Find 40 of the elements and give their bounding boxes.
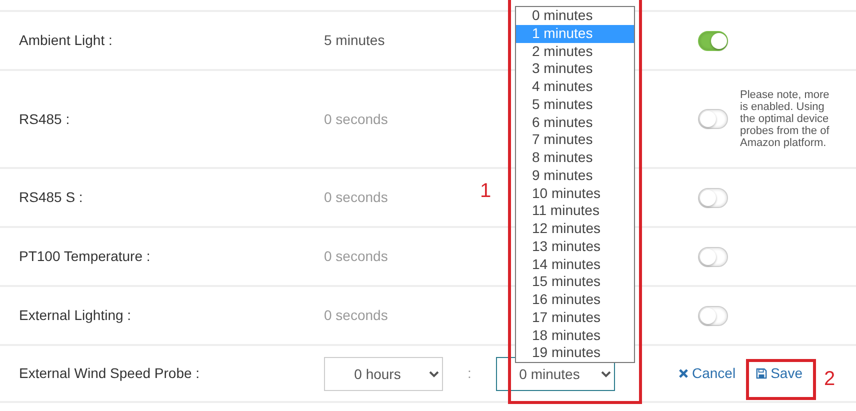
note-text: is enabled. Using xyxy=(740,101,826,113)
dropdown-option[interactable]: 13 minutes xyxy=(516,238,634,256)
note-text: the optimal device xyxy=(740,113,830,125)
interval-value: 0 seconds xyxy=(324,110,388,126)
field-label: External Lighting : xyxy=(19,307,132,323)
interval-value: 0 seconds xyxy=(324,189,388,205)
separator-text: : xyxy=(468,365,472,381)
dropdown-option[interactable]: 17 minutes xyxy=(516,308,634,326)
dropdown-option[interactable]: 4 minutes xyxy=(516,78,634,96)
interval-value: 0 seconds xyxy=(324,248,388,264)
dropdown-option[interactable]: 16 minutes xyxy=(516,291,634,309)
field-label: External Wind Speed Probe : xyxy=(19,365,200,381)
interval-value: 5 minutes xyxy=(324,32,385,48)
dropdown-option[interactable]: 14 minutes xyxy=(516,256,634,274)
save-button[interactable]: Save xyxy=(756,363,803,384)
dropdown-option[interactable]: 12 minutes xyxy=(516,220,634,238)
note-text: probes from the of xyxy=(740,125,830,137)
dropdown-option[interactable]: 7 minutes xyxy=(516,131,634,149)
note-text: Please note, more xyxy=(740,89,830,101)
annotation-number: 1 xyxy=(480,181,492,201)
interval-value: 0 seconds xyxy=(324,307,388,323)
hours-select[interactable]: 0 hours xyxy=(324,356,443,390)
field-label: Ambient Light : xyxy=(19,32,112,48)
dropdown-option[interactable]: 10 minutes xyxy=(516,184,634,202)
field-label: RS485 : xyxy=(19,110,70,126)
dropdown-option[interactable]: 5 minutes xyxy=(516,96,634,114)
dropdown-option[interactable]: 3 minutes xyxy=(516,60,634,78)
field-label: PT100 Temperature : xyxy=(19,248,150,264)
note-text: Amazon platform. xyxy=(740,137,828,149)
cancel-button[interactable]: Cancel xyxy=(679,363,736,384)
dropdown-option[interactable]: 6 minutes xyxy=(516,114,634,132)
dropdown-option[interactable]: 0 minutes xyxy=(516,7,634,25)
annotation-number: 2 xyxy=(824,369,836,389)
dropdown-option[interactable]: 11 minutes xyxy=(516,202,634,220)
dropdown-option[interactable]: 8 minutes xyxy=(516,149,634,167)
dropdown-option[interactable]: 9 minutes xyxy=(516,166,634,184)
field-label: RS485 S : xyxy=(19,189,83,205)
dropdown-option[interactable]: 2 minutes xyxy=(516,42,634,60)
dropdown-option[interactable]: 15 minutes xyxy=(516,273,634,291)
dropdown-option[interactable]: 18 minutes xyxy=(516,326,634,344)
